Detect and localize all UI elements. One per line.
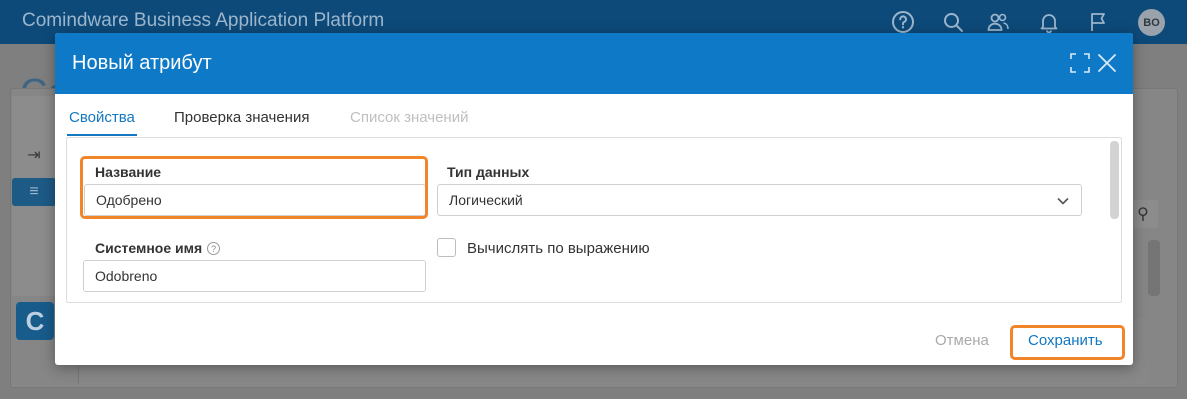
app-logo[interactable]: C bbox=[16, 302, 54, 340]
cancel-button[interactable]: Отмена bbox=[935, 332, 989, 349]
system-name-label-text: Системное имя bbox=[95, 240, 203, 256]
tab-value-validation[interactable]: Проверка значения bbox=[174, 109, 309, 136]
avatar[interactable]: BO bbox=[1138, 9, 1165, 36]
app-title: Comindware Business Application Platform bbox=[22, 10, 385, 31]
dialog-title: Новый атрибут bbox=[72, 52, 212, 74]
new-attribute-dialog: Новый атрибут Свойства Проверка значения… bbox=[55, 33, 1133, 365]
calculate-checkbox-label[interactable]: Вычислять по выражению bbox=[467, 240, 650, 257]
save-button-highlight bbox=[1010, 325, 1125, 360]
users-icon[interactable] bbox=[986, 10, 1010, 34]
name-field-highlight bbox=[80, 156, 428, 219]
close-icon[interactable] bbox=[1096, 52, 1118, 74]
collapse-icon[interactable]: ⇥ bbox=[12, 140, 56, 170]
chevron-down-icon bbox=[1055, 193, 1071, 209]
tab-properties[interactable]: Свойства bbox=[67, 109, 137, 136]
search-icon[interactable] bbox=[941, 10, 965, 34]
tab-value-list: Список значений bbox=[350, 109, 469, 126]
data-type-label: Тип данных bbox=[447, 164, 530, 180]
help-icon[interactable] bbox=[891, 10, 915, 34]
list-view-button[interactable]: ≡ bbox=[12, 178, 56, 206]
system-name-field[interactable]: Odobreno bbox=[83, 260, 426, 292]
dialog-header: Новый атрибут bbox=[55, 33, 1133, 94]
data-type-value: Логический bbox=[449, 192, 523, 208]
form-scrollbar[interactable] bbox=[1110, 141, 1119, 219]
grid-scrollbar[interactable] bbox=[1148, 240, 1160, 296]
maximize-icon[interactable] bbox=[1069, 52, 1091, 74]
system-name-help-icon[interactable]: ? bbox=[207, 242, 221, 255]
flag-icon[interactable] bbox=[1087, 10, 1111, 34]
system-name-label: Системное имя? bbox=[95, 240, 221, 256]
bell-icon[interactable] bbox=[1037, 10, 1061, 34]
data-type-select[interactable]: Логический bbox=[437, 184, 1082, 216]
calculate-checkbox[interactable] bbox=[437, 238, 456, 257]
